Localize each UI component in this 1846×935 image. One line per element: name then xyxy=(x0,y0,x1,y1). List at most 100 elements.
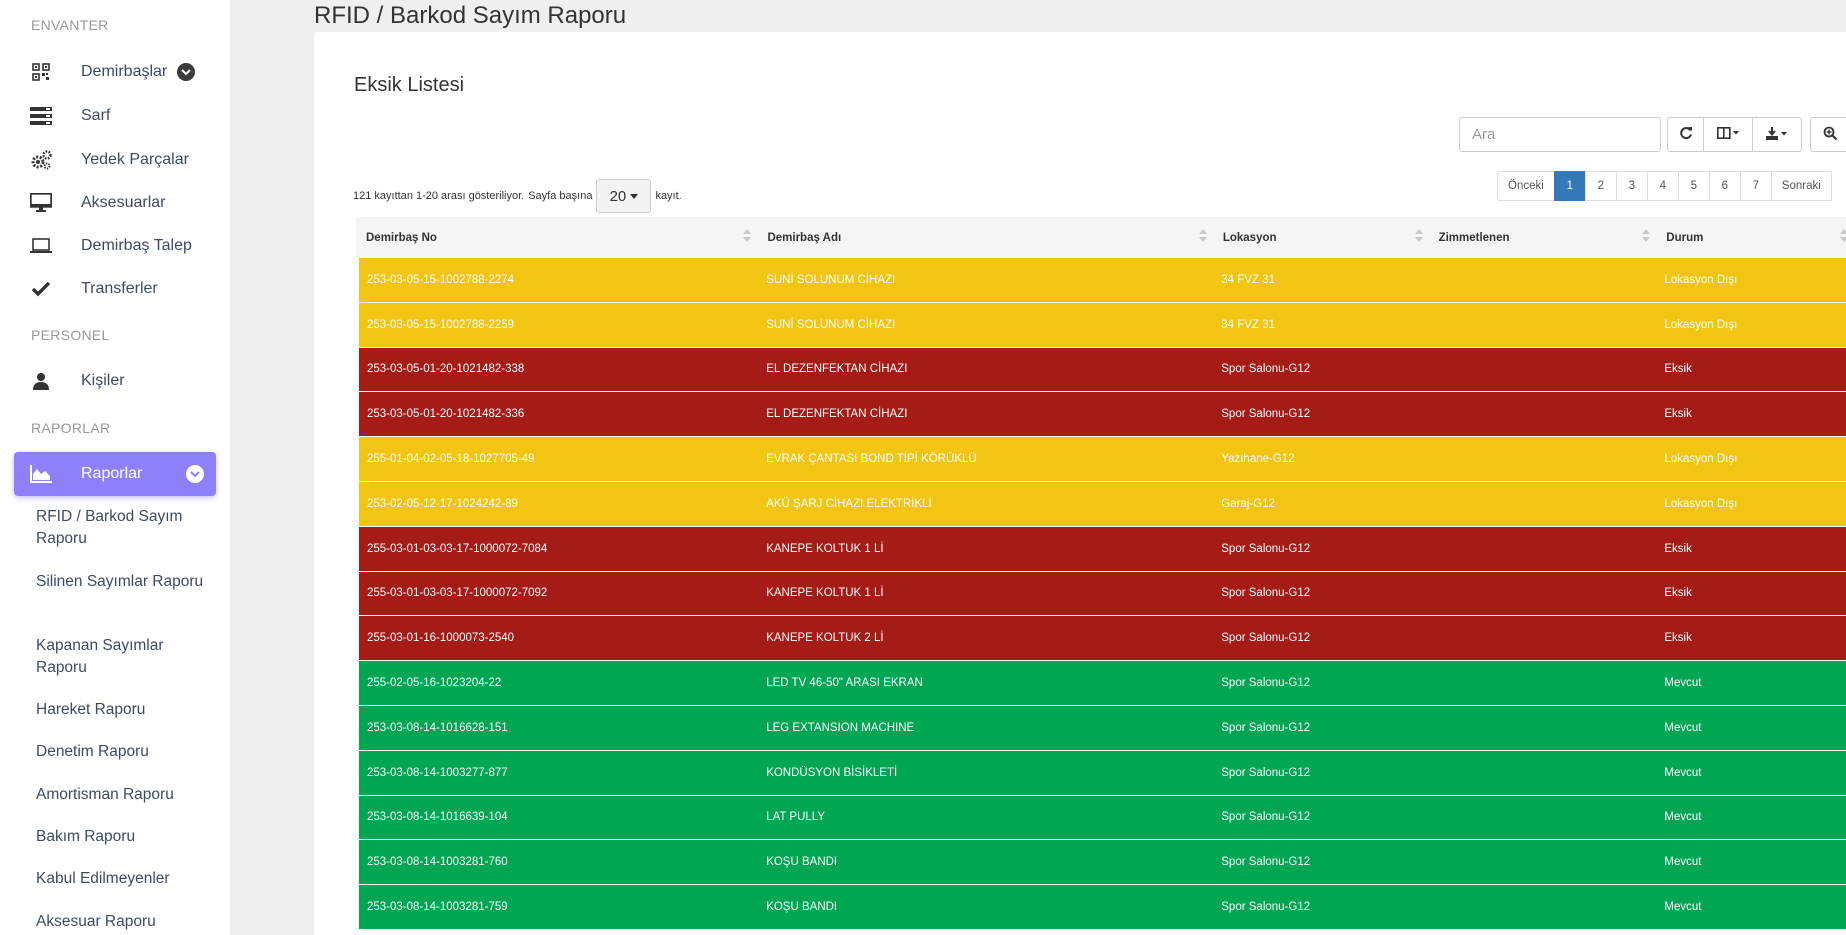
cell-demirbas-adi: LAT PULLY xyxy=(766,811,825,824)
sidebar-item-label: Sarf xyxy=(81,107,111,124)
cell-demirbas-no: 253-03-08-14-1003281-759 xyxy=(367,901,508,914)
pagination-page[interactable]: 6 xyxy=(1708,171,1741,201)
sidebar-subitem-bakim[interactable]: Bakım Raporu xyxy=(36,826,206,848)
sidebar-item-sarf[interactable]: Sarf xyxy=(14,95,216,137)
chevron-down-icon[interactable] xyxy=(186,465,204,483)
sidebar-item-yedek-parcalar[interactable]: Yedek Parçalar xyxy=(14,139,216,181)
pagination-prev[interactable]: Önceki xyxy=(1497,171,1555,201)
table-row[interactable]: 253-03-05-01-20-1021482-338 EL DEZENFEKTA… xyxy=(356,347,1846,393)
header-label: Demirbaş Adı xyxy=(767,231,842,244)
pagination-page[interactable]: 3 xyxy=(1615,171,1648,201)
per-page-value: 20 xyxy=(609,187,627,205)
cell-demirbas-no: 253-03-08-14-1003281-760 xyxy=(367,856,508,869)
table-row[interactable]: 255-03-01-03-03-17-1000072-7084 KANEPE KO… xyxy=(356,526,1846,572)
sidebar-item-label: Kişiler xyxy=(81,372,125,389)
cell-lokasyon: 34 FVZ 31 xyxy=(1221,273,1275,286)
cell-durum: Lokasyon Dışı xyxy=(1664,453,1738,466)
cell-demirbas-adi: SUNİ SOLUNUM CİHAZI xyxy=(766,273,896,286)
per-page-label: Sayfa başına xyxy=(528,190,593,202)
cell-durum: Mevcut xyxy=(1664,901,1702,914)
sidebar-subitem-rfid-barkod[interactable]: RFID / Barkod Sayım Raporu xyxy=(36,506,206,550)
table-row[interactable]: 253-03-08-14-1016639-104 LAT PULLY Spor Sa… xyxy=(356,795,1846,841)
header-label: Durum xyxy=(1666,231,1704,244)
pagination-info: 121 kayıttan 1-20 arası gösteriliyor. Sa… xyxy=(353,179,682,213)
advanced-search-button[interactable] xyxy=(1810,117,1846,152)
cell-lokasyon: Spor Salonu-G12 xyxy=(1221,901,1311,914)
columns-button[interactable] xyxy=(1703,117,1753,152)
table-row[interactable]: 255-01-04-02-05-18-1027705-49 EVRAK ÇANTA… xyxy=(356,437,1846,482)
table-row[interactable]: 255-03-01-03-03-17-1000072-7092 KANEPE KO… xyxy=(356,571,1846,617)
cell-demirbas-no: 253-03-05-15-1002788-2274 xyxy=(367,273,515,286)
sidebar-subitem-aksesuar-raporu[interactable]: Aksesuar Raporu xyxy=(36,911,206,933)
laptop-icon xyxy=(29,235,53,257)
export-button[interactable] xyxy=(1752,117,1802,152)
per-page-select[interactable]: 20 xyxy=(596,179,652,213)
cell-demirbas-adi: KANEPE KOLTUK 2 Lİ xyxy=(766,632,884,645)
cell-lokasyon: Spor Salonu-G12 xyxy=(1221,363,1311,376)
table-row[interactable]: 253-03-08-14-1016628-151 LEG EXTANSION MA… xyxy=(356,705,1846,751)
column-header-zimmetlenen[interactable]: Zimmetlenen xyxy=(1429,217,1657,258)
area-chart-icon xyxy=(29,463,53,485)
sidebar-subitem-silinen-sayimlar[interactable]: Silinen Sayımlar Raporu xyxy=(36,571,206,593)
sort-icon xyxy=(1642,229,1651,245)
cell-lokasyon: Spor Salonu-G12 xyxy=(1221,677,1311,690)
table-row[interactable]: 255-03-01-16-1000073-2540 KANEPE KOLTUK 2… xyxy=(356,616,1846,662)
sidebar-item-label: Raporlar xyxy=(81,465,143,482)
table-row[interactable]: 253-03-08-14-1003281-759 KOŞU BANDI Spor S… xyxy=(356,885,1846,930)
sidebar-subitem-kapanan-sayimlar[interactable]: Kapanan Sayımlar Raporu xyxy=(36,635,206,679)
sort-icon xyxy=(743,229,752,245)
desktop-icon xyxy=(29,192,53,214)
header-label: Demirbaş No xyxy=(366,231,437,244)
cell-lokasyon: Spor Salonu-G12 xyxy=(1221,632,1311,645)
table-row[interactable]: 253-03-08-14-1003281-760 KOŞU BANDI Spor S… xyxy=(356,840,1846,886)
table-row[interactable]: 253-03-08-14-1003277-877 KONDÜSYON BİSİKL… xyxy=(356,750,1846,796)
section-envanter: ENVANTER xyxy=(31,17,109,33)
sidebar-item-raporlar[interactable]: Raporlar xyxy=(14,452,216,496)
pagination-page[interactable]: 2 xyxy=(1584,171,1617,201)
search-input[interactable]: Ara xyxy=(1459,117,1661,152)
cell-lokasyon: Spor Salonu-G12 xyxy=(1221,542,1311,555)
section-personel: PERSONEL xyxy=(31,327,110,343)
cell-demirbas-no: 255-03-01-03-03-17-1000072-7092 xyxy=(367,587,548,600)
pagination-next[interactable]: Sonraki xyxy=(1770,171,1832,201)
pagination: Önceki 1 2 3 4 5 6 7 Sonraki xyxy=(1497,171,1832,201)
cell-lokasyon: 34 FVZ 31 xyxy=(1221,318,1275,331)
pagination-page[interactable]: 4 xyxy=(1646,171,1679,201)
column-header-durum[interactable]: Durum xyxy=(1656,217,1846,258)
sidebar-subitem-amortisman[interactable]: Amortisman Raporu xyxy=(36,784,206,806)
sidebar-item-kisiler[interactable]: Kişiler xyxy=(14,360,216,402)
column-header-demirbas-adi[interactable]: Demirbaş Adı xyxy=(757,217,1212,258)
pagination-page[interactable]: 7 xyxy=(1739,171,1772,201)
card-title: Eksik Listesi xyxy=(354,74,465,96)
cell-demirbas-adi: KOŞU BANDI xyxy=(766,856,838,869)
pagination-page[interactable]: 1 xyxy=(1553,171,1586,201)
cell-demirbas-no: 255-03-01-03-03-17-1000072-7084 xyxy=(367,542,548,555)
sidebar-item-aksesuarlar[interactable]: Aksesuarlar xyxy=(14,182,216,224)
table-row[interactable]: 253-03-05-15-1002788-2259 SUNİ SOLUNUM Cİ… xyxy=(356,302,1846,348)
header-label: Lokasyon xyxy=(1222,231,1277,244)
sidebar-item-demirbas-talep[interactable]: Demirbaş Talep xyxy=(14,225,216,267)
sidebar-item-transferler[interactable]: Transferler xyxy=(14,268,216,310)
column-header-demirbas-no[interactable]: Demirbaş No xyxy=(356,217,757,258)
sidebar-item-label: Demirbaşlar xyxy=(81,63,168,80)
sidebar-subitem-kabul-edilmeyenler[interactable]: Kabul Edilmeyenler xyxy=(36,868,206,890)
refresh-button[interactable] xyxy=(1667,117,1704,152)
table-row[interactable]: 255-02-05-16-1023204-22 LED TV 46-50" ARA… xyxy=(356,661,1846,706)
sidebar-subitem-hareket[interactable]: Hareket Raporu xyxy=(36,699,206,721)
column-header-lokasyon[interactable]: Lokasyon xyxy=(1213,217,1429,258)
cell-lokasyon: Spor Salonu-G12 xyxy=(1221,811,1311,824)
table-row[interactable]: 253-02-05-12-17-1024242-89 AKÜ ŞARJ CİHAZ… xyxy=(356,481,1846,527)
cell-durum: Mevcut xyxy=(1664,811,1702,824)
chevron-down-icon[interactable] xyxy=(177,63,196,81)
sidebar-item-demirbaslar[interactable]: Demirbaşlar xyxy=(14,51,216,93)
table-header: Demirbaş No Demirbaş Adı Lokasyon Zimmet… xyxy=(356,217,1846,258)
sidebar-subitem-denetim[interactable]: Denetim Raporu xyxy=(36,741,206,763)
cell-demirbas-adi: EVRAK ÇANTASI BOND TİPİ KÖRÜKLÜ xyxy=(766,453,977,466)
cell-durum: Mevcut xyxy=(1664,766,1702,779)
sidebar-item-label: Demirbaş Talep xyxy=(81,237,192,254)
report-card: Eksik Listesi Ara 121 kayıttan 1-20 aras… xyxy=(314,32,1846,935)
table-row[interactable]: 253-03-05-01-20-1021482-336 EL DEZENFEKTA… xyxy=(356,392,1846,438)
table-row[interactable]: 253-03-05-15-1002788-2274 SUNİ SOLUNUM Cİ… xyxy=(356,258,1846,303)
per-page-suffix: kayıt. xyxy=(655,190,682,202)
pagination-page[interactable]: 5 xyxy=(1677,171,1710,201)
